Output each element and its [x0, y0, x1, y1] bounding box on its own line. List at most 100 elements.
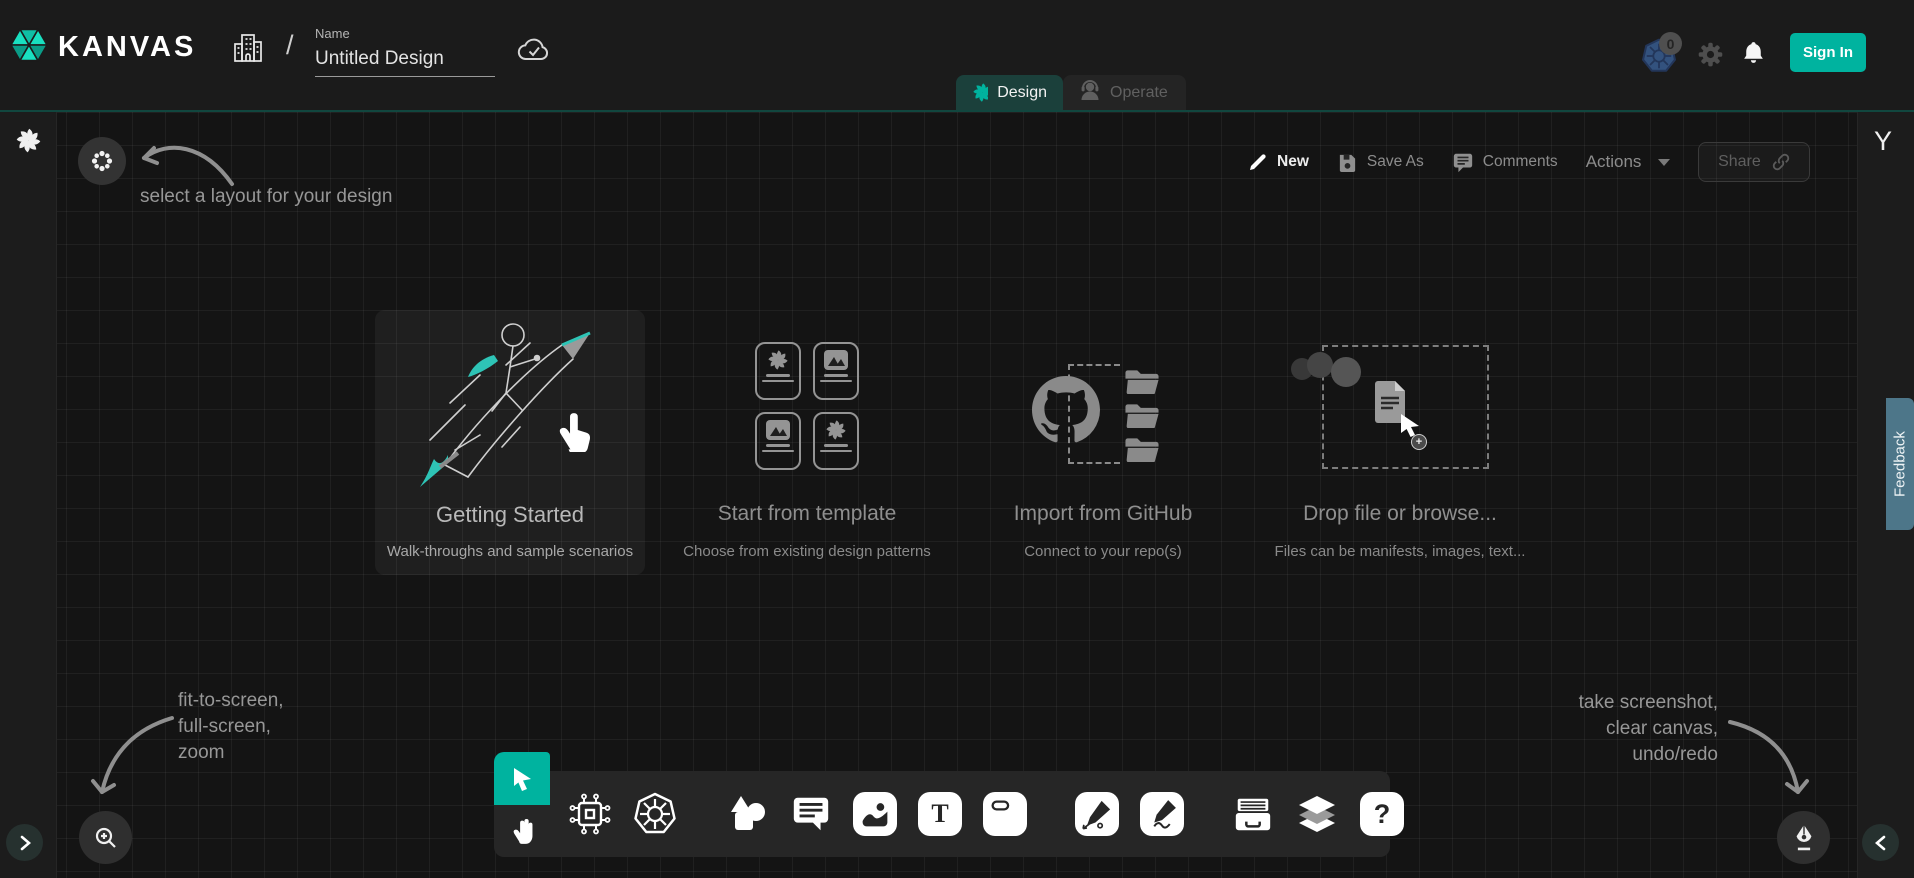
card-subtitle: Choose from existing design patterns — [672, 543, 942, 560]
hand-cursor-icon — [553, 408, 593, 452]
comment-icon — [1452, 152, 1474, 173]
text-tool-glyph: T — [918, 792, 962, 836]
kanvas-app: KANVAS / Name Design — [0, 0, 1914, 878]
card-title: Getting Started — [375, 502, 645, 528]
template-tile — [813, 342, 859, 400]
new-button[interactable]: New — [1248, 152, 1309, 172]
rocket-sketch-illustration — [410, 315, 610, 495]
text-tool-button[interactable]: T — [918, 791, 962, 837]
select-tool-button[interactable] — [494, 752, 550, 805]
layout-selector-button[interactable] — [78, 137, 126, 185]
bell-icon[interactable] — [1741, 40, 1766, 72]
tab-operate[interactable]: Operate — [1063, 75, 1186, 110]
comment-tool-button[interactable] — [790, 791, 832, 837]
folder-icon — [1124, 436, 1160, 462]
template-tile — [755, 342, 801, 400]
card-start-from-template[interactable]: Start from template Choose from existing… — [672, 310, 942, 577]
template-tiles — [755, 342, 859, 470]
card-title: Import from GitHub — [968, 502, 1238, 526]
drag-trail-dot — [1331, 357, 1361, 387]
feedback-tab[interactable]: Feedback — [1886, 398, 1914, 530]
template-tile — [813, 412, 859, 470]
design-name-input[interactable] — [315, 46, 495, 77]
actions-dropdown[interactable]: Actions — [1586, 152, 1671, 172]
comments-button[interactable]: Comments — [1452, 152, 1558, 173]
design-name-field: Name — [315, 26, 495, 77]
share-button[interactable]: Share — [1698, 142, 1810, 182]
canvas-actions-hint-arrow — [1722, 710, 1814, 806]
image-icon — [765, 419, 791, 441]
layout-hint-text: select a layout for your design — [140, 186, 392, 208]
meshery-swirl-icon[interactable] — [15, 127, 42, 159]
app-logo[interactable]: KANVAS — [10, 26, 196, 69]
drag-trail-dot — [1307, 352, 1333, 378]
pan-tool-button[interactable] — [494, 805, 550, 857]
folder-icon — [1124, 368, 1160, 394]
chip-components-icon — [568, 792, 612, 836]
note-icon — [988, 797, 1022, 831]
components-tool-button[interactable] — [568, 791, 612, 837]
zoom-controls-button[interactable] — [79, 811, 132, 864]
note-tool-button[interactable] — [983, 791, 1027, 837]
chevron-right-icon — [18, 835, 32, 851]
shapes-icon — [725, 792, 769, 836]
help-tool-button[interactable]: ? — [1360, 791, 1404, 837]
save-as-button[interactable]: Save As — [1337, 152, 1424, 173]
card-title: Drop file or browse... — [1265, 502, 1535, 526]
meshery-swirl-icon — [767, 349, 789, 371]
plus-badge: + — [1411, 434, 1427, 450]
card-subtitle: Connect to your repo(s) — [968, 543, 1238, 560]
layers-tool-button[interactable] — [1295, 791, 1339, 837]
canvas-actions-button[interactable] — [1777, 811, 1830, 864]
magnifier-plus-icon — [93, 825, 119, 851]
image-tool-button[interactable] — [853, 791, 897, 837]
github-octocat-icon — [1032, 376, 1100, 444]
layout-hint-arrow — [132, 132, 237, 194]
kanvas-hexagon-icon — [10, 26, 48, 69]
zoom-hint-arrow — [90, 710, 182, 806]
operator-headset-icon — [1079, 79, 1101, 106]
image-icon — [858, 797, 892, 831]
image-icon — [823, 349, 849, 371]
card-getting-started[interactable]: Getting Started Walk-throughs and sample… — [375, 310, 645, 577]
tab-design[interactable]: Design — [956, 75, 1063, 110]
expand-left-panel-button[interactable] — [6, 824, 43, 861]
meshery-swirl-icon — [972, 82, 988, 103]
y-dock-icon[interactable]: Y — [1874, 126, 1892, 157]
comment-icon — [790, 793, 832, 835]
kubernetes-icon — [633, 792, 677, 836]
hand-pan-icon — [509, 817, 535, 845]
pen-tool-button[interactable] — [1075, 791, 1119, 837]
link-icon — [1771, 152, 1791, 172]
pencil-icon — [1248, 152, 1268, 172]
kubernetes-tool-button[interactable] — [633, 791, 677, 837]
sign-in-button[interactable]: Sign In — [1790, 33, 1866, 72]
design-name-label: Name — [315, 26, 495, 41]
pen-path-icon — [1080, 797, 1114, 831]
cursor-arrow-icon — [510, 766, 534, 792]
gear-icon[interactable] — [1697, 41, 1724, 73]
drawer-archive-icon — [1232, 793, 1274, 835]
cloud-saved-icon — [517, 36, 551, 69]
tab-operate-label: Operate — [1110, 84, 1168, 102]
kubernetes-count-badge: 0 — [1659, 32, 1682, 55]
app-title: KANVAS — [58, 31, 196, 64]
folder-icon — [1124, 402, 1160, 428]
card-import-from-github[interactable]: Import from GitHub Connect to your repo(… — [968, 310, 1238, 577]
design-canvas[interactable]: Y Feedback select a layout for your desi… — [0, 110, 1914, 878]
layout-flower-icon — [90, 149, 114, 173]
archive-tool-button[interactable] — [1232, 791, 1274, 837]
pencil-draw-tool-button[interactable] — [1140, 791, 1184, 837]
expand-right-panel-button[interactable] — [1862, 824, 1899, 861]
canvas-actions-hint-text: take screenshot, clear canvas, undo/redo — [1488, 690, 1718, 768]
app-header: KANVAS / Name Design — [0, 0, 1914, 110]
meshery-swirl-icon — [825, 419, 847, 441]
chevron-down-icon — [1658, 159, 1670, 166]
organization-icon[interactable] — [232, 31, 264, 70]
pencil-icon — [1145, 797, 1179, 831]
tool-strip: T — [550, 771, 1390, 857]
shapes-tool-button[interactable] — [725, 791, 769, 837]
tab-design-label: Design — [997, 84, 1047, 102]
card-drop-file[interactable]: + Drop file or browse... Files can be ma… — [1265, 310, 1535, 577]
breadcrumb-separator: / — [286, 30, 294, 61]
